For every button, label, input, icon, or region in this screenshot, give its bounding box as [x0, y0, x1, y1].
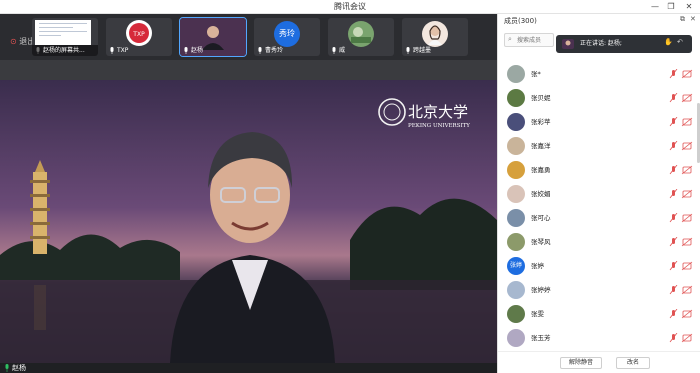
avatar: [422, 21, 448, 47]
muted-mic-icon[interactable]: [669, 261, 695, 271]
shared-screen-preview: [35, 20, 91, 45]
logo-text: 北京大学: [408, 103, 468, 121]
speaker-avatar: [562, 39, 574, 49]
avatar: [507, 137, 525, 155]
list-item[interactable]: 张可心: [498, 207, 700, 231]
list-item[interactable]: 张彩苹: [498, 111, 700, 135]
avatar: [507, 161, 525, 179]
video-area: ⊙ 退出 赵杨的屏幕共... TXP TXP 赵杨 秀玲 曹秀玲 威 跨越墨 北…: [0, 14, 497, 373]
members-title: 成员(300): [504, 17, 537, 25]
avatar: [507, 305, 525, 323]
muted-mic-icon[interactable]: [669, 141, 695, 151]
thumbnail-kuayuemo[interactable]: 跨越墨: [402, 18, 468, 56]
close-icon[interactable]: ✕: [682, 0, 696, 13]
close-panel-icon[interactable]: ✕: [690, 15, 696, 23]
svg-text:TXP: TXP: [132, 31, 145, 38]
thumbnail-caoxiuling[interactable]: 秀玲 曹秀玲: [254, 18, 320, 56]
thumbnail-wei[interactable]: 威: [328, 18, 394, 56]
avatar: 秀玲: [274, 21, 300, 47]
muted-mic-icon[interactable]: [669, 165, 695, 175]
app-window: 腾讯会议 — ❐ ✕ ⊙ 退出 赵杨的屏幕共... TXP TXP 赵杨 秀玲 …: [0, 0, 700, 373]
video-background: 北京大学 PEKING UNIVERSITY: [0, 80, 497, 363]
thumbnail-strip: ⊙ 退出 赵杨的屏幕共... TXP TXP 赵杨 秀玲 曹秀玲 威 跨越墨: [0, 14, 497, 60]
list-item[interactable]: 张姣媚: [498, 183, 700, 207]
avatar: [348, 21, 374, 47]
restore-icon[interactable]: ❐: [664, 0, 678, 13]
muted-mic-icon[interactable]: [669, 285, 695, 295]
thumbnail-label: 曹秀玲: [265, 47, 284, 54]
list-item[interactable]: 张嘉勇: [498, 159, 700, 183]
list-item[interactable]: 张婷 张婷: [498, 255, 700, 279]
muted-mic-icon[interactable]: [669, 213, 695, 223]
list-item[interactable]: 张贝妮: [498, 87, 700, 111]
wave-icon: ↶: [677, 38, 683, 46]
main-video[interactable]: 北京大学 PEKING UNIVERSITY: [0, 80, 497, 363]
avatar: [507, 185, 525, 203]
thumbnail-screen-share[interactable]: 赵杨的屏幕共...: [32, 18, 98, 56]
avatar: 张婷: [507, 257, 525, 275]
rename-button[interactable]: 改名: [616, 357, 650, 369]
app-title: 腾讯会议: [334, 2, 366, 11]
thumbnail-label: 威: [339, 47, 346, 54]
logo-subtext: PEKING UNIVERSITY: [408, 123, 470, 129]
muted-mic-icon[interactable]: [669, 309, 695, 319]
search-input[interactable]: [517, 34, 553, 46]
avatar: [507, 329, 525, 347]
thumbnail-label: TXP: [117, 47, 129, 54]
members-header: 成员(300) ⧉ ✕: [498, 14, 700, 30]
title-bar: 腾讯会议 — ❐ ✕: [0, 0, 700, 14]
unmute-all-button[interactable]: 解除静音: [560, 357, 602, 369]
avatar: [507, 209, 525, 227]
muted-mic-icon[interactable]: [669, 237, 695, 247]
avatar: [507, 281, 525, 299]
member-search[interactable]: ⌕: [504, 33, 554, 47]
list-item[interactable]: 张玉芳: [498, 327, 700, 351]
avatar: TXP: [126, 20, 152, 46]
muted-mic-icon[interactable]: [669, 333, 695, 343]
hand-icon: ✋: [664, 38, 673, 46]
muted-mic-icon[interactable]: [669, 93, 695, 103]
speaking-indicator: 正在讲话: 赵杨; ✋ ↶: [556, 35, 692, 53]
list-item[interactable]: 张*: [498, 63, 700, 87]
member-list: 张* 张贝妮 张彩苹 张嘉洋 张嘉勇 张姣媚 张可心 张琴风 张婷 张婷 张婷婷…: [498, 63, 700, 351]
search-icon: ⌕: [508, 35, 512, 43]
video-footer: 赵杨: [0, 363, 497, 373]
popout-icon[interactable]: ⧉: [680, 15, 685, 24]
leave-icon: ⊙: [10, 37, 17, 46]
minimize-icon[interactable]: —: [648, 0, 662, 13]
members-footer: 解除静音 改名: [498, 351, 700, 373]
thumbnail-txp[interactable]: TXP TXP: [106, 18, 172, 56]
video-divider-bar: [0, 60, 497, 80]
speaker-name: 赵杨: [12, 364, 26, 372]
list-item[interactable]: 张嘉洋: [498, 135, 700, 159]
list-item[interactable]: 张婷婷: [498, 279, 700, 303]
muted-mic-icon[interactable]: [669, 117, 695, 127]
muted-mic-icon[interactable]: [669, 189, 695, 199]
list-item[interactable]: 张琴风: [498, 231, 700, 255]
thumbnail-zhaoyang[interactable]: 赵杨: [179, 17, 247, 57]
members-panel: 成员(300) ⧉ ✕ ⌕ 正在讲话: 赵杨; ✋ ↶ 张* 张贝妮: [497, 14, 700, 373]
thumbnail-label: 赵杨: [191, 47, 204, 54]
avatar: [507, 65, 525, 83]
thumbnail-label: 跨越墨: [413, 47, 432, 54]
avatar: [507, 113, 525, 131]
avatar: [507, 233, 525, 251]
mic-icon: [5, 364, 9, 372]
speaking-text: 正在讲话: 赵杨;: [580, 40, 622, 47]
thumbnail-label: 赵杨的屏幕共...: [32, 45, 98, 56]
muted-mic-icon[interactable]: [669, 69, 695, 79]
list-item[interactable]: 张雯: [498, 303, 700, 327]
avatar: [507, 89, 525, 107]
